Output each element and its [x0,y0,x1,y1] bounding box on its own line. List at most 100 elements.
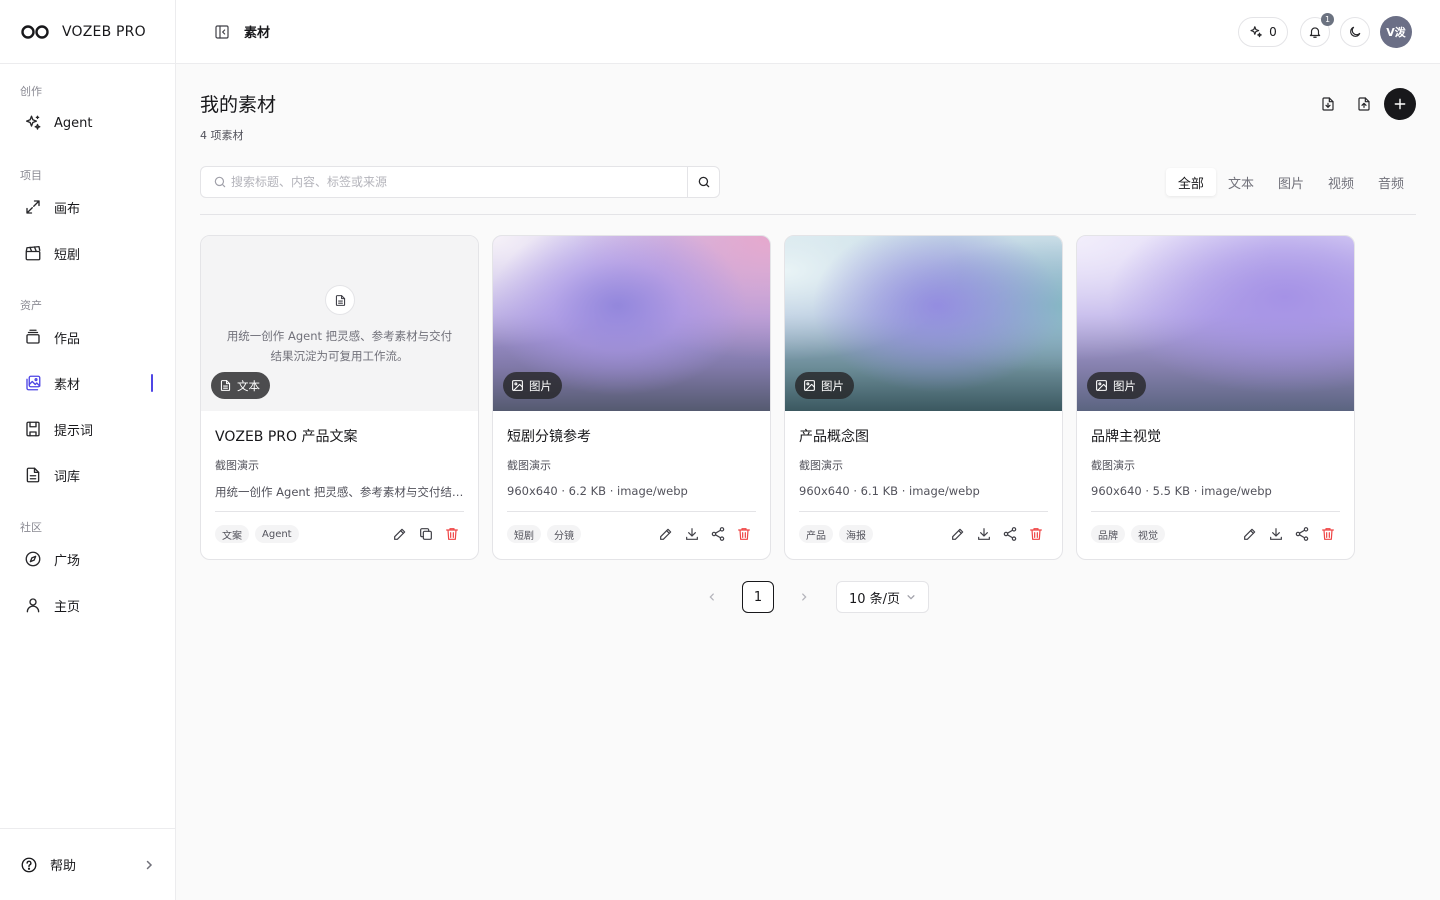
tag-list: 短剧 分镜 [507,525,581,543]
brand[interactable]: VOZEB PRO [0,0,175,64]
filter-tab-image[interactable]: 图片 [1266,168,1316,196]
download-icon[interactable] [1268,526,1284,542]
filter-tab-all[interactable]: 全部 [1165,168,1216,196]
tag: 海报 [839,525,873,543]
trash-icon[interactable] [1320,526,1336,542]
filter-tab-video[interactable]: 视频 [1316,168,1366,196]
file-export-icon [1358,97,1370,111]
share-icon[interactable] [710,526,726,542]
card-source: 截图演示 [215,459,259,472]
card-actions [658,526,752,542]
sidebar-item-home[interactable]: 主页 [0,582,175,628]
tag-list: 产品 海报 [799,525,873,543]
sidebar-item-label: 广场 [54,553,81,569]
sparkles-icon [1250,25,1263,37]
credits-count: 0 [1269,24,1277,39]
tag: 短剧 [507,525,541,543]
compass-icon [25,551,41,567]
theme-toggle-button[interactable] [1340,16,1370,47]
trash-icon[interactable] [444,526,460,542]
moon-icon [1350,26,1361,37]
help-label: 帮助 [50,859,77,874]
card-source: 截图演示 [799,459,843,472]
sidebar-item-label: 画布 [54,201,81,217]
edit-icon[interactable] [392,526,408,542]
credits-button[interactable]: 0 [1238,16,1288,47]
material-card[interactable]: 图片 产品概念图 截图演示 960x640 · 6.1 KB · image/w… [784,235,1063,560]
search-input[interactable] [227,167,687,197]
sidebar-item-square[interactable]: 广场 [0,536,175,582]
sidebar-item-materials[interactable]: 素材 [0,360,175,406]
edit-icon[interactable] [950,526,966,542]
tag: 品牌 [1091,525,1125,543]
card-preview: 图片 [785,236,1062,411]
edit-icon[interactable] [658,526,674,542]
download-icon[interactable] [976,526,992,542]
pagination: 1 10 条/页 [702,581,930,613]
sidebar-item-lexicon[interactable]: 词库 [0,452,175,498]
share-icon[interactable] [1002,526,1018,542]
chevron-down-icon [907,595,915,600]
card-title: 产品概念图 [799,429,869,445]
type-label: 图片 [529,378,552,393]
page-breadcrumb: 素材 [244,26,271,41]
card-title: 短剧分镜参考 [507,429,591,445]
type-label: 图片 [1113,378,1136,393]
plus-icon [1394,98,1406,110]
next-page-button[interactable] [794,587,814,607]
sidebar-item-label: 主页 [54,599,81,615]
card-source: 截图演示 [507,459,551,472]
sidebar-item-label: 词库 [54,469,81,485]
sidebar: VOZEB PRO 创作 Agent 项目 画布 短剧 资产 作品 素材 提示词… [0,0,176,900]
edit-icon[interactable] [1242,526,1258,542]
filter-tab-text[interactable]: 文本 [1216,168,1266,196]
toggle-sidebar-button[interactable] [212,22,232,42]
nav-section-project: 项目 [20,169,42,182]
card-preview: 图片 [1077,236,1354,411]
add-material-button[interactable] [1384,88,1416,120]
divider [200,214,1416,215]
file-import-icon [1322,97,1334,111]
search-icon [698,176,709,188]
prev-page-button[interactable] [702,587,722,607]
card-meta: 用统一创作 Agent 把灵感、参考素材与交付结果沉淀为可复用工作流。 [215,485,466,499]
avatar[interactable]: V泼 [1380,15,1412,48]
sidebar-item-drama[interactable]: 短剧 [0,230,175,276]
search-button[interactable] [687,167,719,197]
export-file-button[interactable] [1348,88,1380,120]
material-card[interactable]: 图片 品牌主视觉 截图演示 960x640 · 5.5 KB · image/w… [1076,235,1355,560]
type-badge: 图片 [1087,372,1146,399]
layers-icon [26,329,40,344]
material-card[interactable]: 图片 短剧分镜参考 截图演示 960x640 · 6.2 KB · image/… [492,235,771,560]
page-size-select[interactable]: 10 条/页 [836,581,930,613]
help-circle-icon [21,857,37,872]
card-preview: 图片 [493,236,770,411]
sidebar-item-agent[interactable]: Agent [0,100,175,146]
copy-icon[interactable] [418,526,434,542]
notifications-button[interactable]: 1 [1300,12,1334,47]
material-card[interactable]: 用统一创作 Agent 把灵感、参考素材与交付结果沉淀为可复用工作流。 文本 V… [200,235,479,560]
sidebar-item-canvas[interactable]: 画布 [0,184,175,230]
file-text-icon [335,294,345,306]
import-file-button[interactable] [1312,88,1344,120]
sidebar-item-prompts[interactable]: 提示词 [0,406,175,452]
help-menu[interactable]: 帮助 [0,828,175,900]
trash-icon[interactable] [1028,526,1044,542]
card-meta: 960x640 · 6.1 KB · image/webp [799,484,980,498]
chevron-right-icon [802,593,807,601]
nav-section-create: 创作 [20,85,42,98]
share-icon[interactable] [1294,526,1310,542]
filter-tab-audio[interactable]: 音频 [1366,168,1416,196]
image-icon [1096,380,1107,391]
download-icon[interactable] [684,526,700,542]
type-badge: 图片 [503,372,562,399]
tag: Agent [255,525,299,543]
card-meta: 960x640 · 6.2 KB · image/webp [507,484,688,498]
trash-icon[interactable] [736,526,752,542]
page-number-current[interactable]: 1 [742,581,774,613]
sidebar-item-works[interactable]: 作品 [0,314,175,360]
tag-list: 品牌 视觉 [1091,525,1165,543]
notification-badge: 1 [1321,12,1334,26]
type-badge: 图片 [795,372,854,399]
chevron-right-icon [146,860,153,869]
